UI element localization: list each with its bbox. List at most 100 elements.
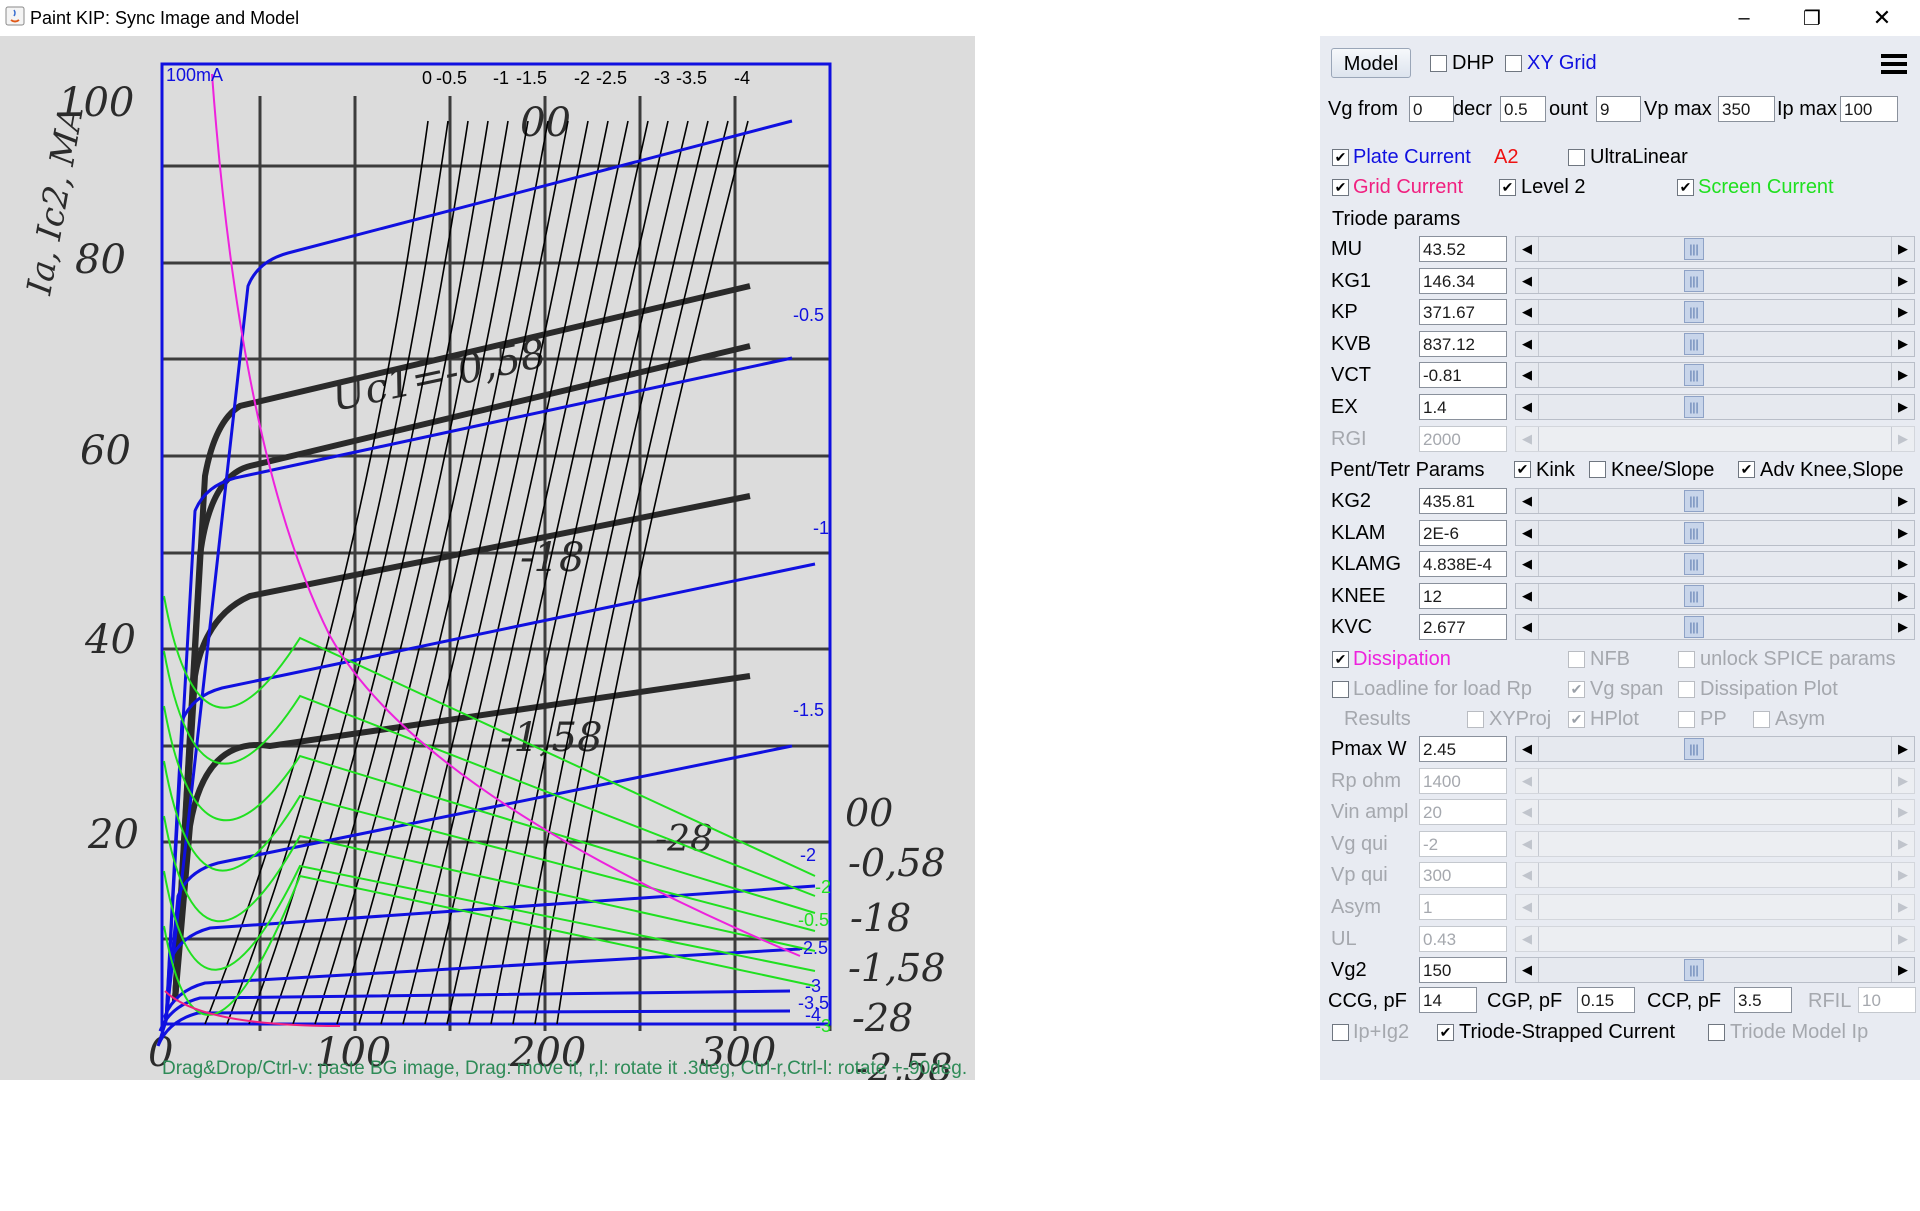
param-slider[interactable]: ◀ ▶: [1515, 894, 1915, 920]
slider-track[interactable]: |||: [1538, 331, 1892, 356]
loadline-checkbox[interactable]: [1332, 681, 1349, 698]
scroll-right-icon[interactable]: ▶: [1892, 395, 1914, 419]
param-field[interactable]: 300: [1419, 862, 1507, 889]
dissipation-checkbox[interactable]: ✔: [1332, 651, 1349, 668]
param-slider[interactable]: ◀ ||| ▶: [1515, 582, 1915, 609]
restore-button[interactable]: ❐: [1782, 0, 1842, 36]
scroll-right-icon[interactable]: ▶: [1892, 552, 1914, 576]
scroll-left-icon[interactable]: ◀: [1516, 332, 1538, 356]
param-slider[interactable]: ◀ ||| ▶: [1515, 299, 1915, 326]
scroll-left-icon[interactable]: ◀: [1516, 489, 1538, 513]
param-slider[interactable]: ◀ ▶: [1515, 425, 1915, 452]
vg-from-field[interactable]: 0: [1409, 96, 1454, 122]
scroll-left-icon[interactable]: ◀: [1516, 269, 1538, 293]
grid-current-checkbox[interactable]: ✔: [1332, 179, 1349, 196]
model-button[interactable]: Model: [1331, 48, 1411, 78]
scroll-left-icon[interactable]: ◀: [1516, 895, 1538, 919]
param-slider[interactable]: ◀ ||| ▶: [1515, 614, 1915, 641]
ultralinear-checkbox[interactable]: [1568, 149, 1585, 166]
param-slider[interactable]: ◀ ▶: [1515, 767, 1915, 794]
decr-field[interactable]: 0.5: [1500, 96, 1546, 122]
level2-checkbox[interactable]: ✔: [1499, 179, 1516, 196]
scroll-left-icon[interactable]: ◀: [1516, 832, 1538, 856]
param-slider[interactable]: ◀ ||| ▶: [1515, 519, 1915, 546]
slider-track[interactable]: |||: [1538, 489, 1892, 513]
scroll-left-icon[interactable]: ◀: [1516, 427, 1538, 451]
param-slider[interactable]: ◀ ▶: [1515, 799, 1915, 826]
slider-thumb[interactable]: |||: [1684, 490, 1704, 512]
slider-track[interactable]: |||: [1538, 300, 1892, 325]
slider-thumb[interactable]: |||: [1684, 396, 1704, 418]
iplg2-checkbox[interactable]: [1332, 1024, 1349, 1041]
scroll-left-icon[interactable]: ◀: [1516, 521, 1538, 545]
param-slider[interactable]: ◀ ||| ▶: [1515, 267, 1915, 294]
knee-slope-checkbox[interactable]: [1589, 461, 1606, 478]
param-slider[interactable]: ◀ ||| ▶: [1515, 236, 1915, 262]
param-field[interactable]: -0.81: [1419, 362, 1507, 389]
scroll-right-icon[interactable]: ▶: [1892, 300, 1914, 324]
slider-thumb[interactable]: |||: [1684, 553, 1704, 576]
slider-thumb[interactable]: |||: [1684, 616, 1704, 639]
slider-thumb[interactable]: |||: [1684, 332, 1704, 355]
slider-track[interactable]: [1538, 768, 1892, 793]
pp-checkbox[interactable]: [1678, 711, 1695, 728]
slider-track[interactable]: |||: [1538, 958, 1892, 983]
slider-track[interactable]: |||: [1538, 615, 1892, 640]
rfil-field[interactable]: 10: [1858, 987, 1916, 1013]
ipmax-field[interactable]: 100: [1840, 96, 1898, 122]
scroll-left-icon[interactable]: ◀: [1516, 863, 1538, 887]
param-slider[interactable]: ◀ ||| ▶: [1515, 362, 1915, 389]
slider-thumb[interactable]: |||: [1684, 521, 1704, 544]
scroll-left-icon[interactable]: ◀: [1516, 927, 1538, 951]
count-field[interactable]: 9: [1596, 96, 1641, 122]
slider-track[interactable]: [1538, 800, 1892, 825]
slider-track[interactable]: [1538, 831, 1892, 856]
scroll-right-icon[interactable]: ▶: [1892, 832, 1914, 856]
scroll-left-icon[interactable]: ◀: [1516, 800, 1538, 824]
param-field[interactable]: 371.67: [1419, 299, 1507, 326]
ccg-field[interactable]: 14: [1419, 987, 1477, 1013]
slider-thumb[interactable]: |||: [1684, 238, 1704, 260]
adv-knee-checkbox[interactable]: ✔: [1738, 461, 1755, 478]
slider-track[interactable]: [1538, 895, 1892, 919]
scroll-right-icon[interactable]: ▶: [1892, 615, 1914, 639]
slider-thumb[interactable]: |||: [1684, 364, 1704, 387]
param-field[interactable]: 837.12: [1419, 330, 1507, 357]
scroll-left-icon[interactable]: ◀: [1516, 237, 1538, 261]
param-field[interactable]: 12: [1419, 582, 1507, 609]
vpmax-field[interactable]: 350: [1718, 96, 1775, 122]
triode-strapped-checkbox[interactable]: ✔: [1437, 1024, 1454, 1041]
unlock-spice-checkbox[interactable]: [1678, 651, 1695, 668]
param-field[interactable]: 2000: [1419, 425, 1507, 452]
param-field[interactable]: 0.43: [1419, 925, 1507, 952]
scroll-left-icon[interactable]: ◀: [1516, 584, 1538, 608]
param-field[interactable]: 20: [1419, 799, 1507, 826]
param-slider[interactable]: ◀ ||| ▶: [1515, 394, 1915, 420]
scroll-right-icon[interactable]: ▶: [1892, 800, 1914, 824]
slider-track[interactable]: |||: [1538, 237, 1892, 261]
param-field[interactable]: 1: [1419, 894, 1507, 920]
scroll-left-icon[interactable]: ◀: [1516, 958, 1538, 982]
param-slider[interactable]: ◀ ||| ▶: [1515, 330, 1915, 357]
minimize-button[interactable]: –: [1714, 0, 1774, 36]
param-slider[interactable]: ◀ ▶: [1515, 830, 1915, 857]
scroll-left-icon[interactable]: ◀: [1516, 615, 1538, 639]
scroll-right-icon[interactable]: ▶: [1892, 863, 1914, 887]
slider-thumb[interactable]: |||: [1684, 959, 1704, 982]
param-field[interactable]: 2.677: [1419, 614, 1507, 641]
plot-svg[interactable]: 100 80 60 40 20 0 100 200 300 Ia, Ic2, M…: [0, 36, 1320, 1080]
scroll-right-icon[interactable]: ▶: [1892, 363, 1914, 387]
param-field[interactable]: 435.81: [1419, 488, 1507, 514]
slider-track[interactable]: [1538, 426, 1892, 451]
scroll-left-icon[interactable]: ◀: [1516, 769, 1538, 793]
param-field[interactable]: -2: [1419, 830, 1507, 857]
param-field[interactable]: 2.45: [1419, 736, 1507, 762]
triode-model-checkbox[interactable]: [1708, 1024, 1725, 1041]
dissipation-plot-checkbox[interactable]: [1678, 681, 1695, 698]
slider-track[interactable]: [1538, 863, 1892, 888]
dhp-checkbox[interactable]: [1430, 55, 1447, 72]
param-field[interactable]: 43.52: [1419, 236, 1507, 262]
nfb-checkbox[interactable]: [1568, 651, 1585, 668]
slider-thumb[interactable]: |||: [1684, 738, 1704, 760]
slider-thumb[interactable]: |||: [1684, 269, 1704, 292]
